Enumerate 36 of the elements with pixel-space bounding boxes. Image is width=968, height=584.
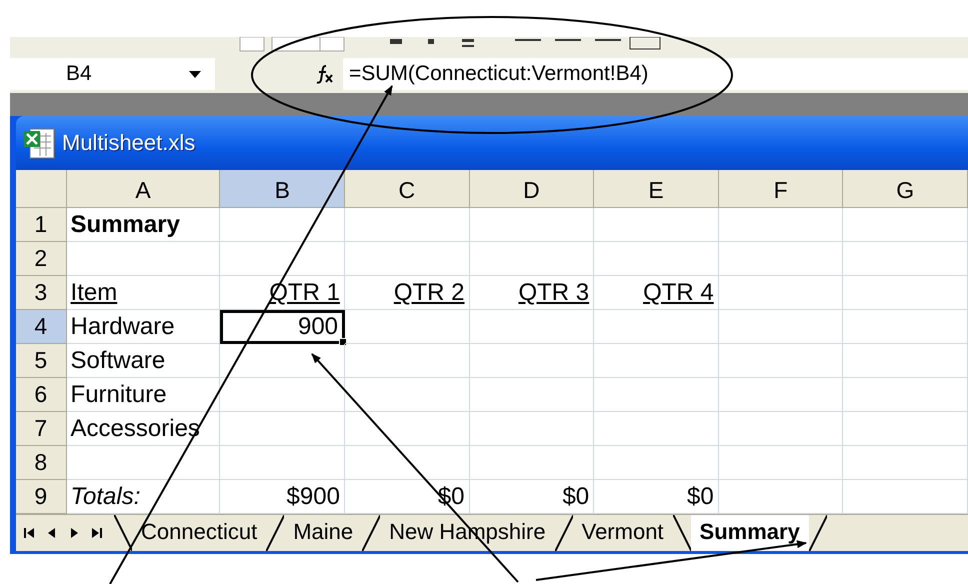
- column-header[interactable]: C: [345, 170, 470, 208]
- table-cell: Software: [66, 344, 220, 378]
- name-box[interactable]: B4: [10, 58, 215, 90]
- table-cell: 900: [220, 310, 346, 344]
- row-header[interactable]: 8: [16, 446, 67, 480]
- row-header[interactable]: 7: [16, 412, 67, 446]
- row-header[interactable]: 6: [16, 378, 67, 412]
- table-cell: Item: [66, 276, 220, 310]
- dropdown-arrow-icon[interactable]: [189, 70, 201, 78]
- column-header[interactable]: A: [66, 170, 220, 208]
- row-header[interactable]: 4: [16, 310, 67, 344]
- row-header[interactable]: 5: [16, 344, 67, 378]
- sheet-tab[interactable]: Maine: [284, 515, 362, 551]
- table-cell: Accessories: [66, 412, 220, 446]
- column-header[interactable]: F: [718, 170, 844, 208]
- sheet-tab[interactable]: Vermont: [572, 515, 673, 551]
- spreadsheet-file-icon: [22, 126, 56, 160]
- table-cell: Summary: [66, 208, 220, 242]
- table-cell: QTR 3: [470, 276, 594, 310]
- table-cell: Hardware: [66, 310, 220, 344]
- row-header[interactable]: 9: [16, 480, 67, 514]
- column-header[interactable]: B: [220, 170, 346, 208]
- column-header[interactable]: E: [594, 170, 719, 208]
- sheet-tab[interactable]: Connecticut: [132, 515, 266, 551]
- table-cell: Furniture: [66, 378, 220, 412]
- function-icon[interactable]: [315, 64, 335, 84]
- column-header[interactable]: G: [843, 170, 968, 208]
- row-header[interactable]: 2: [16, 242, 67, 276]
- formula-field[interactable]: =SUM(Connecticut:Vermont!B4): [343, 58, 968, 90]
- sheet-tab[interactable]: Summary: [690, 515, 809, 551]
- window-title: Multisheet.xls: [62, 130, 196, 156]
- row-header[interactable]: 1: [16, 208, 67, 242]
- table-cell: QTR 4: [594, 276, 719, 310]
- row-header[interactable]: 3: [16, 276, 67, 310]
- column-header[interactable]: D: [470, 170, 594, 208]
- table-cell: QTR 2: [344, 276, 470, 310]
